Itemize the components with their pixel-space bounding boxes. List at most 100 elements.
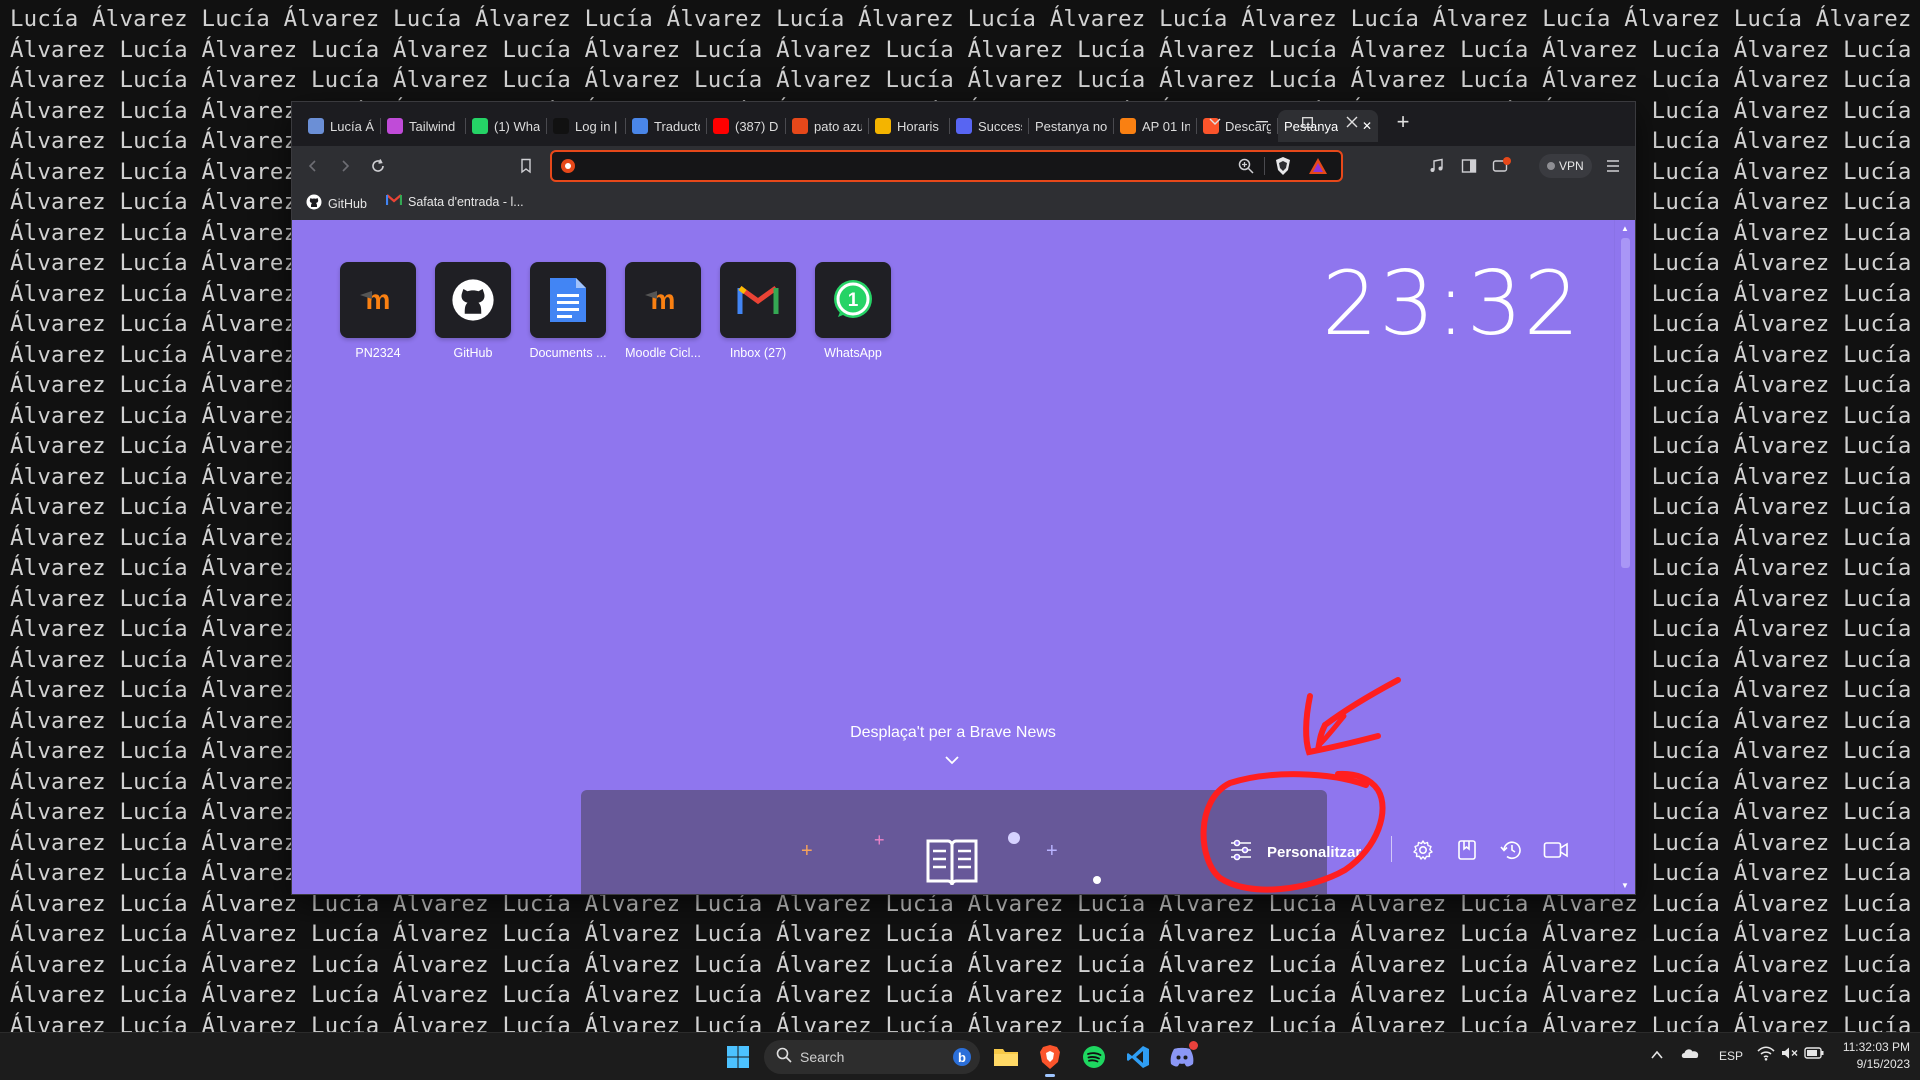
dot-icon (1008, 832, 1020, 844)
spotify-icon[interactable] (1078, 1041, 1110, 1073)
urlbar-separator (1264, 157, 1265, 175)
vscode-icon[interactable] (1122, 1041, 1154, 1073)
wallet-icon[interactable] (1491, 155, 1513, 177)
menu-icon[interactable] (1602, 155, 1624, 177)
bookmark-icon[interactable] (515, 155, 537, 177)
sparkle-icon: + (874, 830, 885, 850)
history-icon[interactable] (1497, 836, 1525, 864)
top-site-documents[interactable]: Documents ... (526, 262, 610, 360)
moodle-icon (1120, 118, 1136, 134)
tab[interactable]: Lucía Álv (302, 110, 380, 142)
taskbar-search[interactable]: Search b (764, 1040, 980, 1074)
url-input[interactable] (582, 156, 1186, 178)
avatar-icon (308, 118, 324, 134)
brave-search-icon (560, 158, 576, 179)
wallpaper-text-line: Lucía Álvarez Lucía Álvarez Lucía Álvare… (10, 6, 1912, 32)
tab[interactable]: Traducto (626, 110, 706, 142)
tab[interactable]: Log in | (547, 110, 625, 142)
reload-icon[interactable] (367, 155, 389, 177)
vpn-label: VPN (1559, 159, 1584, 173)
tab[interactable]: AP 01 In (1114, 110, 1196, 142)
back-icon[interactable] (302, 155, 324, 177)
chevron-up-icon[interactable] (1651, 1047, 1663, 1063)
taskbar-time: 11:32:03 PM (1842, 1040, 1910, 1054)
scroll-up-icon[interactable]: ▲ (1621, 224, 1629, 233)
onedrive-icon[interactable] (1680, 1046, 1700, 1063)
vpn-button[interactable]: VPN (1539, 154, 1592, 178)
svg-text:m: m (366, 285, 391, 315)
bookmarks-icon[interactable] (1453, 836, 1481, 864)
tab[interactable]: (387) Dis (707, 110, 785, 142)
bookmark-label: Safata d'entrada - l... (408, 194, 524, 209)
moodle-icon: m (625, 262, 701, 338)
bookmark-label: GitHub (328, 196, 367, 211)
file-explorer-icon[interactable] (990, 1041, 1022, 1073)
volume-muted-icon[interactable] (1781, 1046, 1799, 1063)
address-bar[interactable] (550, 150, 1343, 182)
tab[interactable]: Tailwind (381, 110, 465, 142)
maximize-icon[interactable] (1289, 108, 1325, 136)
whatsapp-icon: 1 (815, 262, 891, 338)
tab-label: (387) Dis (735, 118, 779, 134)
brave-news-hint[interactable]: Desplaça't per a Brave News (292, 724, 1614, 742)
tab-search-chevron-icon[interactable] (1197, 108, 1233, 136)
top-site-moodle[interactable]: m Moodle Cicl... (621, 262, 705, 360)
customize-button[interactable]: Personalitzar (1229, 839, 1361, 865)
bing-icon[interactable]: b (952, 1047, 972, 1072)
google-docs-icon (530, 262, 606, 338)
video-call-icon[interactable] (1542, 836, 1570, 864)
settings-gear-icon[interactable] (1409, 836, 1437, 864)
top-site-label: Moodle Cicl... (625, 346, 701, 360)
tab[interactable]: pato azu (786, 110, 868, 142)
windows-start-icon[interactable] (722, 1041, 754, 1073)
brave-icon[interactable] (1034, 1041, 1066, 1077)
brave-shields-icon[interactable] (1274, 156, 1292, 181)
new-tab-page: m PN2324 GitHub Documents ... m Moodle C… (292, 220, 1614, 894)
tab-label: Log in | (575, 118, 618, 134)
brave-news-card[interactable]: + + + (581, 790, 1327, 894)
notification-badge (1189, 1041, 1198, 1050)
svg-text:1: 1 (848, 290, 859, 311)
tab[interactable]: Success! (950, 110, 1028, 142)
taskbar-clock[interactable]: 11:32:03 PM 9/15/2023 (1838, 1040, 1910, 1071)
tab[interactable]: Horaris a (869, 110, 949, 142)
wifi-icon[interactable] (1757, 1045, 1775, 1064)
tab-label: Horaris a (897, 118, 943, 134)
scroll-thumb[interactable] (1621, 238, 1630, 568)
tab[interactable]: Pestanya nov (1029, 110, 1113, 142)
top-site-whatsapp[interactable]: 1 WhatsApp (811, 262, 895, 360)
close-window-icon[interactable] (1334, 108, 1370, 136)
clock: 23:32 (1322, 252, 1581, 355)
bookmark-gmail[interactable]: Safata d'entrada - l... (385, 194, 524, 209)
page-scrollbar[interactable]: ▲ ▼ (1614, 220, 1635, 894)
sidebar-toggle-icon[interactable] (1458, 155, 1480, 177)
top-site-github[interactable]: GitHub (431, 262, 515, 360)
tab-label: AP 01 In (1142, 118, 1190, 134)
forward-icon[interactable] (334, 155, 356, 177)
sliders-icon (1229, 839, 1253, 865)
sparkle-icon: + (1046, 840, 1058, 862)
minimize-icon[interactable] (1244, 108, 1280, 136)
scroll-down-icon[interactable]: ▼ (1621, 881, 1629, 890)
wallpaper-text-line: Álvarez Lucía Álvarez Lucía Álvarez Lucí… (10, 36, 1912, 63)
translate-icon (632, 118, 648, 134)
code-icon (387, 118, 403, 134)
discord-icon[interactable] (1166, 1041, 1198, 1073)
language-indicator[interactable]: ESP (1719, 1049, 1743, 1063)
top-site-pn2324[interactable]: m PN2324 (336, 262, 420, 360)
brave-rewards-icon[interactable] (1308, 157, 1328, 180)
tab-label: Traducto (654, 118, 700, 134)
zoom-icon[interactable] (1237, 157, 1255, 180)
bookmark-github[interactable]: GitHub (306, 194, 367, 213)
media-icon[interactable] (1425, 155, 1447, 177)
bookmarks-bar: GitHub Safata d'entrada - l... (292, 186, 1635, 221)
new-tab-plus-icon[interactable]: + (1385, 108, 1421, 136)
brave-browser-window: Lucía Álv Tailwind (1) What Log in | Traduct… (292, 102, 1635, 894)
tab[interactable]: (1) What (466, 110, 546, 142)
tab-label: pato azu (814, 118, 862, 134)
chevron-down-icon[interactable] (942, 750, 962, 771)
svg-text:b: b (958, 1050, 966, 1065)
svg-text:m: m (651, 285, 676, 315)
battery-icon[interactable] (1804, 1046, 1824, 1063)
top-site-inbox[interactable]: Inbox (27) (716, 262, 800, 360)
